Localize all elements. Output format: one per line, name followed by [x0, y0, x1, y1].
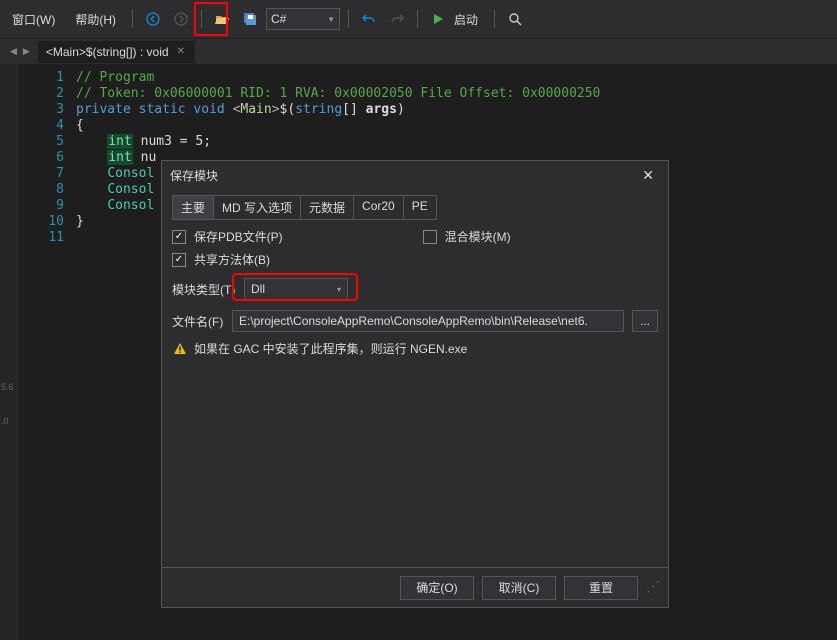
separator [494, 10, 495, 28]
tab-main[interactable]: 主要 [172, 195, 214, 220]
window-menu[interactable]: 窗口(W) [4, 7, 63, 32]
close-icon[interactable]: ✕ [175, 46, 187, 57]
ok-button[interactable]: 确定(O) [400, 576, 474, 600]
separator [201, 10, 202, 28]
undo-icon[interactable] [357, 7, 381, 31]
close-icon[interactable]: ✕ [636, 165, 660, 186]
tab-metadata[interactable]: 元数据 [300, 195, 354, 220]
tab-title: <Main>$(string[]) : void [46, 45, 169, 59]
dialog-footer: 确定(O) 取消(C) 重置 ⋰ [162, 567, 668, 607]
mixed-module-label: 混合模块(M) [445, 228, 511, 245]
dialog-tabs: 主要 MD 写入选项 元数据 Cor20 PE [172, 195, 658, 220]
separator [132, 10, 133, 28]
dialog-body: 主要 MD 写入选项 元数据 Cor20 PE ✓ 保存PDB文件(P) 混合模… [162, 189, 668, 567]
main-toolbar: 窗口(W) 帮助(H) C# ▼ 启动 [0, 0, 837, 38]
chevron-down-icon: ▼ [327, 15, 335, 24]
resize-grip-icon[interactable]: ⋰ [646, 581, 660, 595]
separator [348, 10, 349, 28]
tab-scroll-left-icon[interactable]: ◀ [8, 44, 19, 59]
filename-field[interactable]: E:\project\ConsoleAppRemo\ConsoleAppRemo… [232, 310, 624, 332]
editor-tab[interactable]: <Main>$(string[]) : void ✕ [38, 41, 195, 63]
warning-text: 如果在 GAC 中安装了此程序集，则运行 NGEN.exe [194, 340, 467, 357]
tab-scroll-right-icon[interactable]: ▶ [21, 44, 32, 59]
back-icon[interactable] [141, 7, 165, 31]
tab-pe[interactable]: PE [403, 195, 437, 220]
module-type-label: 模块类型(T) [172, 281, 236, 298]
dialog-titlebar[interactable]: 保存模块 ✕ [162, 161, 668, 189]
reset-button[interactable]: 重置 [564, 576, 638, 600]
save-all-icon[interactable] [238, 7, 262, 31]
warning-icon [172, 341, 188, 357]
editor-tab-bar: ◀ ▶ <Main>$(string[]) : void ✕ [0, 38, 837, 64]
tab-cor20[interactable]: Cor20 [353, 195, 404, 220]
redo-icon[interactable] [385, 7, 409, 31]
mixed-module-checkbox[interactable] [423, 230, 437, 244]
save-module-dialog: 保存模块 ✕ 主要 MD 写入选项 元数据 Cor20 PE ✓ 保存PDB文件… [161, 160, 669, 608]
sidebar-strip: 5.6 .0 [0, 382, 18, 450]
share-method-checkbox[interactable]: ✓ [172, 253, 186, 267]
share-method-label: 共享方法体(B) [194, 251, 270, 268]
save-pdb-label: 保存PDB文件(P) [194, 228, 283, 245]
warning-row: 如果在 GAC 中安装了此程序集，则运行 NGEN.exe [172, 340, 658, 357]
line-numbers: 1 2 3 4 5 6 7 8 9 10 11 [18, 64, 76, 640]
left-margin: 5.6 .0 [0, 64, 18, 640]
dialog-title-text: 保存模块 [170, 167, 218, 184]
module-type-combo[interactable]: Dll ▾ [244, 278, 348, 300]
chevron-down-icon: ▾ [337, 285, 341, 294]
run-button[interactable]: 启动 [454, 7, 486, 32]
save-pdb-checkbox[interactable]: ✓ [172, 230, 186, 244]
separator [417, 10, 418, 28]
run-icon[interactable] [426, 7, 450, 31]
language-combo[interactable]: C# ▼ [266, 8, 340, 30]
tab-md-write[interactable]: MD 写入选项 [213, 195, 301, 220]
cancel-button[interactable]: 取消(C) [482, 576, 556, 600]
search-icon[interactable] [503, 7, 527, 31]
browse-button[interactable]: ... [632, 310, 658, 332]
module-type-value: Dll [251, 282, 265, 296]
forward-icon[interactable] [169, 7, 193, 31]
help-menu[interactable]: 帮助(H) [67, 7, 124, 32]
open-icon[interactable] [210, 7, 234, 31]
filename-label: 文件名(F) [172, 313, 224, 330]
language-value: C# [271, 12, 286, 26]
